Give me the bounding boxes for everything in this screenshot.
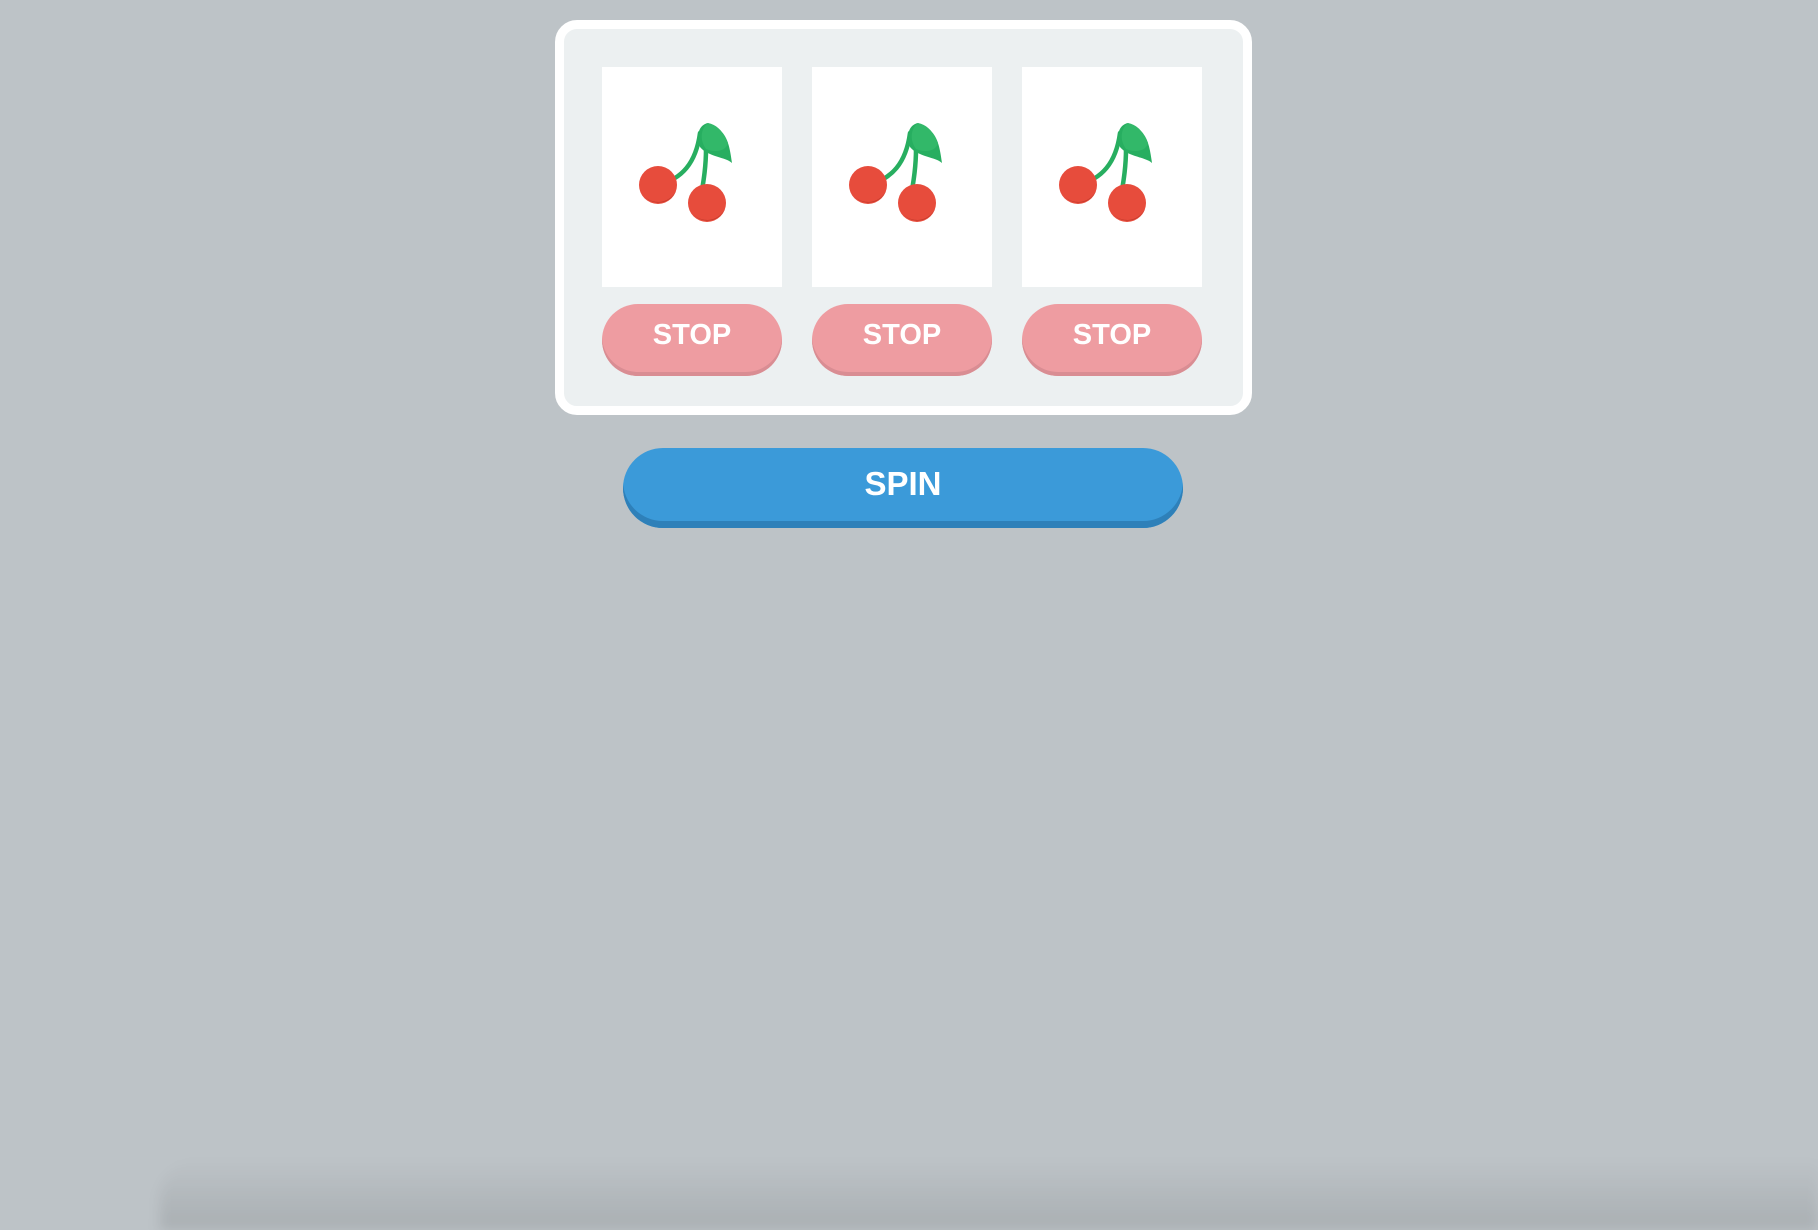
cherry-icon: [639, 123, 732, 222]
spin-button[interactable]: SPIN: [623, 448, 1183, 528]
stop-button-3[interactable]: STOP: [1022, 304, 1202, 376]
reel-window-1: [602, 67, 782, 287]
floor-shadow: [160, 1160, 1818, 1230]
reel-window-2: [812, 67, 992, 287]
cherry-icon: [849, 123, 942, 222]
cherry-icon: [1059, 123, 1152, 222]
reel-window-3: [1022, 67, 1202, 287]
reel-2: STOP: [812, 67, 992, 376]
reel-3: STOP: [1022, 67, 1202, 376]
stop-button-2[interactable]: STOP: [812, 304, 992, 376]
slot-machine: STOP STOP STOP: [555, 20, 1252, 415]
reel-1: STOP: [602, 67, 782, 376]
stop-button-1[interactable]: STOP: [602, 304, 782, 376]
